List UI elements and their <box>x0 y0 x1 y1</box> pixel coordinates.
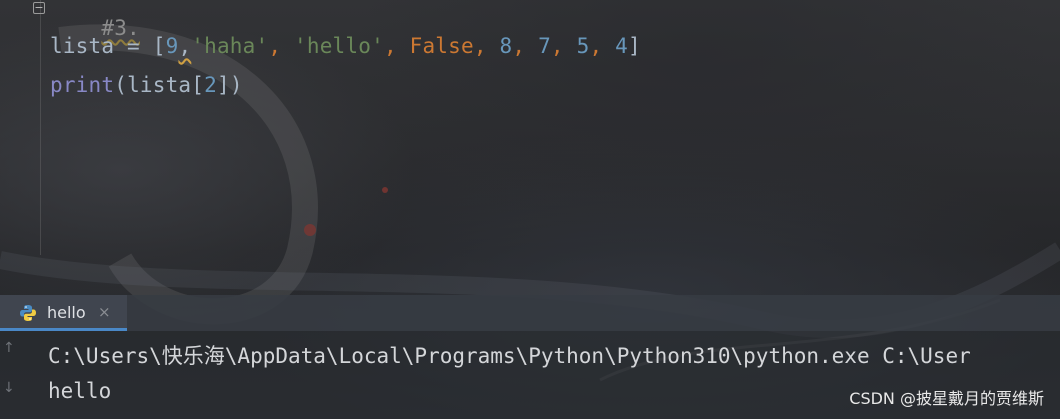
gutter-indent-guide <box>40 0 41 255</box>
console-command-line: C:\Users\快乐海\AppData\Local\Programs\Pyth… <box>48 344 971 368</box>
arrow-down-icon[interactable]: ↓ <box>3 381 17 395</box>
tab-label: hello <box>47 303 86 322</box>
token-bracket: ] <box>627 34 641 58</box>
token-sep: , <box>550 34 577 58</box>
token-bracket: [ <box>152 34 166 58</box>
token-number: 7 <box>538 34 551 58</box>
token-number: 4 <box>615 34 628 58</box>
token-string: 'hello' <box>294 34 384 58</box>
token-number: 2 <box>204 73 217 97</box>
token-sep: , <box>589 34 616 58</box>
token-paren: ( <box>114 73 128 97</box>
python-icon <box>20 305 36 321</box>
token-bracket: ] <box>216 73 230 97</box>
token-sep: , <box>383 34 410 58</box>
token-builtin: print <box>50 73 115 97</box>
console-output-line: hello <box>48 379 112 403</box>
token-number: 5 <box>576 34 590 58</box>
token-comma-warning: , <box>178 34 192 58</box>
run-tool-window: hello × ↑ ↓ C:\Users\快乐海\AppData\Local\P… <box>0 295 1060 419</box>
fold-icon[interactable]: − <box>33 2 45 14</box>
code-editor[interactable]: − #3. lista = [9,'haha', 'hello', False,… <box>0 0 1060 290</box>
token-sep: , <box>512 34 539 58</box>
token-number: 8 <box>499 34 513 58</box>
run-tab-bar: hello × <box>0 295 1060 331</box>
code-line-list-assignment: lista = [9,'haha', 'hello', False, 8, 7,… <box>50 34 641 58</box>
token-assign: = <box>114 34 153 58</box>
arrow-up-icon[interactable]: ↑ <box>3 341 17 355</box>
token-string: 'haha' <box>191 34 269 58</box>
token-sep: , <box>268 34 295 58</box>
tab-hello[interactable]: hello × <box>0 295 127 331</box>
token-keyword: False <box>409 34 474 58</box>
token-bracket: [ <box>191 73 205 97</box>
console-side-toolbar: ↑ ↓ <box>0 335 22 419</box>
watermark: CSDN @披星戴月的贾维斯 <box>849 389 1044 408</box>
token-paren: ) <box>229 73 243 97</box>
token-number: 9 <box>165 34 179 58</box>
token-variable: lista <box>50 34 115 58</box>
code-line-print: print(lista[2]) <box>50 73 243 97</box>
close-icon[interactable]: × <box>98 303 111 321</box>
token-sep: , <box>473 34 500 58</box>
token-variable: lista <box>127 73 192 97</box>
